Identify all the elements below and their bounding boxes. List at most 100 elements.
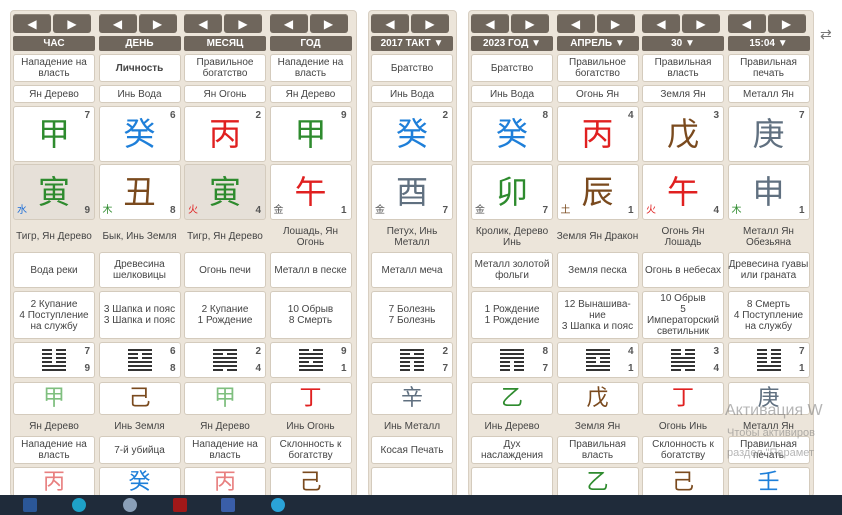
secondary-stem-cell[interactable] xyxy=(371,467,453,496)
animal-label: Земля Ян Дракон xyxy=(556,231,639,242)
heavenly-stem-cell[interactable]: 戊3 xyxy=(642,106,724,162)
column-header-2[interactable]: МЕСЯЦ xyxy=(184,36,266,51)
hexagram-icon xyxy=(500,349,524,371)
branch-element: 金 xyxy=(475,205,485,216)
earthly-branch-cell[interactable]: 辰 1 土 xyxy=(556,164,639,220)
app2-icon[interactable] xyxy=(173,498,187,512)
hidden-stem-cell[interactable]: 甲 xyxy=(184,382,266,415)
hidden-stem-cell[interactable]: 丁 xyxy=(642,382,724,415)
next-button[interactable]: ▶ xyxy=(596,14,635,33)
prev-button[interactable]: ◀ xyxy=(642,14,680,33)
luck-pillar-dropdown[interactable]: 2017 ТАКТ ▼ xyxy=(371,36,453,51)
hexagram-icon xyxy=(42,349,66,371)
earthly-branch-cell[interactable]: 酉 7 金 xyxy=(371,164,453,220)
app-icon[interactable] xyxy=(123,498,137,512)
earthly-branch-cell[interactable]: 丑 8 木 xyxy=(98,164,181,220)
stars-label: 3 Шапка и пояс 3 Шапка и пояс xyxy=(98,291,181,339)
hidden-stem-glyph: 甲 xyxy=(213,385,236,411)
column-header-3[interactable]: ГОД xyxy=(269,36,352,51)
nav-buttons: ◀ ▶ xyxy=(98,14,177,33)
earthly-branch-cell[interactable]: 寅 4 火 xyxy=(184,164,266,220)
prev-button[interactable]: ◀ xyxy=(184,14,222,33)
heavenly-stem-cell[interactable]: 癸2 xyxy=(371,106,453,162)
branch-element: 金 xyxy=(375,205,385,216)
hidden-stem-cell[interactable]: 乙 xyxy=(471,382,553,415)
hidden-stem-cell[interactable]: 戊 xyxy=(556,382,639,415)
secondary-stem-cell[interactable]: 乙 xyxy=(556,467,639,496)
hidden-stem-cell[interactable]: 丁 xyxy=(269,382,352,415)
prev-button[interactable]: ◀ xyxy=(269,14,308,33)
stem-number: 7 xyxy=(84,110,90,121)
earthly-branch-cell[interactable]: 午 1 金 xyxy=(269,164,352,220)
branch-number: 4 xyxy=(713,205,719,216)
secondary-stem-cell[interactable]: 丙 xyxy=(13,467,95,496)
prev-button[interactable]: ◀ xyxy=(371,14,409,33)
relation-label: Правильное богатство xyxy=(184,54,266,82)
heavenly-stem-cell[interactable]: 丙4 xyxy=(556,106,639,162)
earthly-branch-cell[interactable]: 卯 7 金 xyxy=(471,164,553,220)
prev-button[interactable]: ◀ xyxy=(13,14,51,33)
date-dropdown-1[interactable]: АПРЕЛЬ ▼ xyxy=(556,36,639,51)
relation-label: Братство xyxy=(471,54,553,82)
secondary-stem-glyph: 癸 xyxy=(128,470,151,495)
secondary-stem-cell[interactable]: 己 xyxy=(642,467,724,496)
relation-label: Братство xyxy=(371,54,453,82)
telegram-icon[interactable] xyxy=(271,498,285,512)
next-button[interactable]: ▶ xyxy=(53,14,91,33)
hexagram-top-number: 6 xyxy=(169,346,176,357)
secondary-stem-cell[interactable] xyxy=(471,467,553,496)
secondary-stem-cell[interactable]: 丙 xyxy=(184,467,266,496)
date-dropdown-3[interactable]: 15:04 ▼ xyxy=(727,36,810,51)
heavenly-stem-cell[interactable]: 癸6 xyxy=(98,106,181,162)
prev-button[interactable]: ◀ xyxy=(471,14,509,33)
next-button[interactable]: ▶ xyxy=(411,14,449,33)
relation-label: Правильное богатство xyxy=(556,54,639,82)
next-button[interactable]: ▶ xyxy=(767,14,806,33)
prev-button[interactable]: ◀ xyxy=(556,14,595,33)
app3-icon[interactable] xyxy=(221,498,235,512)
word-icon[interactable] xyxy=(23,498,37,512)
hexagram-cell: 79 xyxy=(13,342,95,378)
column-header-1[interactable]: ДЕНЬ xyxy=(98,36,181,51)
secondary-stem-cell[interactable]: 癸 xyxy=(98,467,181,496)
heavenly-stem-cell[interactable]: 丙2 xyxy=(184,106,266,162)
hidden-stem-cell[interactable]: 辛 xyxy=(371,382,453,415)
secondary-stem-cell[interactable]: 壬 xyxy=(727,467,810,496)
hidden-stem-cell[interactable]: 甲 xyxy=(13,382,95,415)
pillar-column: ◀ ▶ 2023 ГОД ▼ Братство Инь Вода 癸 8 卯 7 金 Кролик,… xyxy=(471,11,553,496)
edge-icon[interactable] xyxy=(72,498,86,512)
earthly-branch-cell[interactable]: 寅 9 水 xyxy=(13,164,95,220)
relation-label: Правильная власть xyxy=(642,54,724,82)
branch-element: 水 xyxy=(17,205,27,216)
animal-label: Огонь Ян Лошадь xyxy=(661,225,705,248)
date-dropdown-2[interactable]: 30 ▼ xyxy=(642,36,724,51)
date-dropdown-0[interactable]: 2023 ГОД ▼ xyxy=(471,36,553,51)
earthly-branch-cell[interactable]: 申 1 木 xyxy=(727,164,810,220)
hexagram-bottom-number: 4 xyxy=(255,363,261,374)
next-button[interactable]: ▶ xyxy=(138,14,177,33)
branch-glyph: 午 xyxy=(666,173,699,211)
next-button[interactable]: ▶ xyxy=(682,14,720,33)
heavenly-stem-cell[interactable]: 癸8 xyxy=(471,106,553,162)
nayin-label: Огонь в небесах xyxy=(642,252,724,288)
prev-button[interactable]: ◀ xyxy=(727,14,766,33)
animal-label: Лошадь, Ян Огонь xyxy=(282,225,339,248)
animal-label: Тигр, Ян Дерево xyxy=(187,231,263,242)
next-button[interactable]: ▶ xyxy=(309,14,348,33)
stem-name: Металл Ян xyxy=(727,85,810,103)
stem-name: Инь Вода xyxy=(371,85,453,103)
column-header-0[interactable]: ЧАС xyxy=(13,36,95,51)
hexagram-icon xyxy=(585,349,610,371)
heavenly-stem-cell[interactable]: 庚7 xyxy=(727,106,810,162)
heavenly-stem-cell[interactable]: 甲7 xyxy=(13,106,95,162)
next-button[interactable]: ▶ xyxy=(224,14,262,33)
expand-icon[interactable]: ⇄ xyxy=(820,26,832,43)
hidden-stem-cell[interactable]: 己 xyxy=(98,382,181,415)
hexagram-top-number: 7 xyxy=(84,346,90,357)
prev-button[interactable]: ◀ xyxy=(98,14,137,33)
heavenly-stem-cell[interactable]: 甲9 xyxy=(269,106,352,162)
earthly-branch-cell[interactable]: 午 4 火 xyxy=(642,164,724,220)
branch-number: 1 xyxy=(627,205,634,216)
next-button[interactable]: ▶ xyxy=(511,14,549,33)
secondary-stem-cell[interactable]: 己 xyxy=(269,467,352,496)
